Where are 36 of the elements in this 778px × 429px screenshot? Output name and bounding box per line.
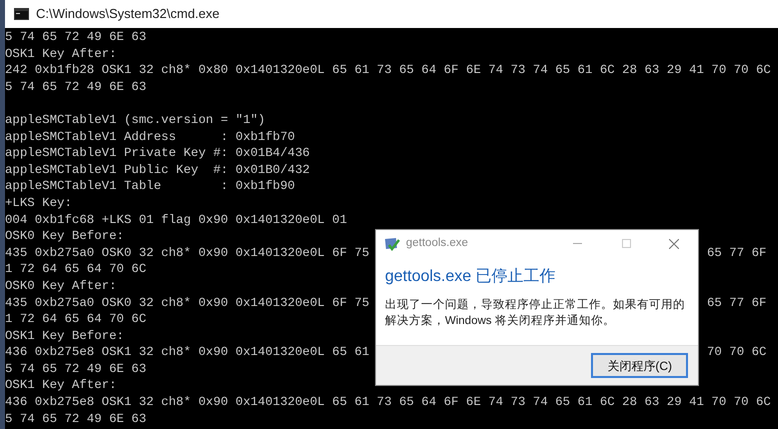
console-line: 5 74 65 72 49 6E 63 — [5, 360, 146, 378]
console-line: 436 0xb275e8 OSK1 32 ch8* 0x90 0x1401320e0L 65 61 — [5, 344, 370, 361]
program-icon — [384, 236, 400, 250]
console-line: appleSMCTableV1 Table : 0xb1fb90 — [5, 178, 295, 195]
dialog-title: gettools.exe — [406, 236, 468, 251]
console-line: 65 77 6F — [707, 294, 766, 312]
console-line: 004 0xb1fc68 +LKS 01 flag 0x90 0x1401320e0L 01 — [5, 212, 348, 228]
console-line: 5 74 65 72 49 6E 63 — [5, 78, 146, 96]
console-line: 5 74 65 72 49 6E 63 — [5, 410, 146, 428]
minimize-icon[interactable] — [573, 243, 582, 244]
console-line: +LKS Key: — [5, 194, 72, 212]
console-line: appleSMCTableV1 Address : 0xb1fb70 — [5, 128, 295, 146]
console-line: OSK1 Key After: — [5, 377, 117, 394]
window-title: C:\Windows\System32\cmd.exe — [36, 5, 220, 24]
console-line: 242 0xb1fb28 OSK1 32 ch8* 0x80 0x1401320e0L 65 61 73 65 64 6F 6E 74 73 74 65 61 6C 28 63 29 41 70 70 6C — [5, 62, 771, 79]
console-line: OSK1 Key After: — [5, 46, 117, 62]
console-line: 1 72 64 65 64 70 6C — [5, 311, 146, 328]
console-icon — [14, 8, 29, 20]
dialog-heading: gettools.exe 已停止工作 — [385, 266, 557, 287]
close-icon[interactable] — [669, 238, 679, 248]
console-line: 65 77 6F — [707, 244, 766, 262]
console-line: 5 74 65 72 49 6E 63 — [5, 29, 146, 46]
console-line: 1 72 64 65 64 70 6C — [5, 261, 146, 278]
console-line: appleSMCTableV1 Private Key #: 0x01B4/436 — [5, 145, 310, 162]
console-line: OSK0 Key After: — [5, 278, 117, 294]
console-line: appleSMCTableV1 Public Key #: 0x01B0/432 — [5, 162, 310, 178]
console-line: 435 0xb275a0 OSK0 32 ch8* 0x90 0x1401320e0L 6F 75 — [5, 294, 370, 312]
console-line: 70 70 6C — [707, 344, 766, 361]
maximize-icon[interactable] — [622, 239, 631, 248]
console-line: appleSMCTableV1 (smc.version = "1") — [5, 112, 266, 129]
close-program-button[interactable]: 关闭程序(C) — [591, 353, 688, 378]
console-line: OSK0 Key Before: — [5, 228, 124, 245]
console-line: OSK1 Key Before: — [5, 328, 124, 344]
console-line: 435 0xb275a0 OSK0 32 ch8* 0x90 0x1401320e0L 6F 75 — [5, 244, 370, 262]
dialog-message: 出现了一个问题，导致程序停止正常工作。如果有可用的解决方案，Windows 将关闭程序并通知你。 — [385, 297, 686, 329]
console-line: 436 0xb275e8 OSK1 32 ch8* 0x90 0x1401320e0L 65 61 73 65 64 6F 6E 74 73 74 65 61 6C 28 63 29 41 70 70 6C — [5, 394, 771, 411]
